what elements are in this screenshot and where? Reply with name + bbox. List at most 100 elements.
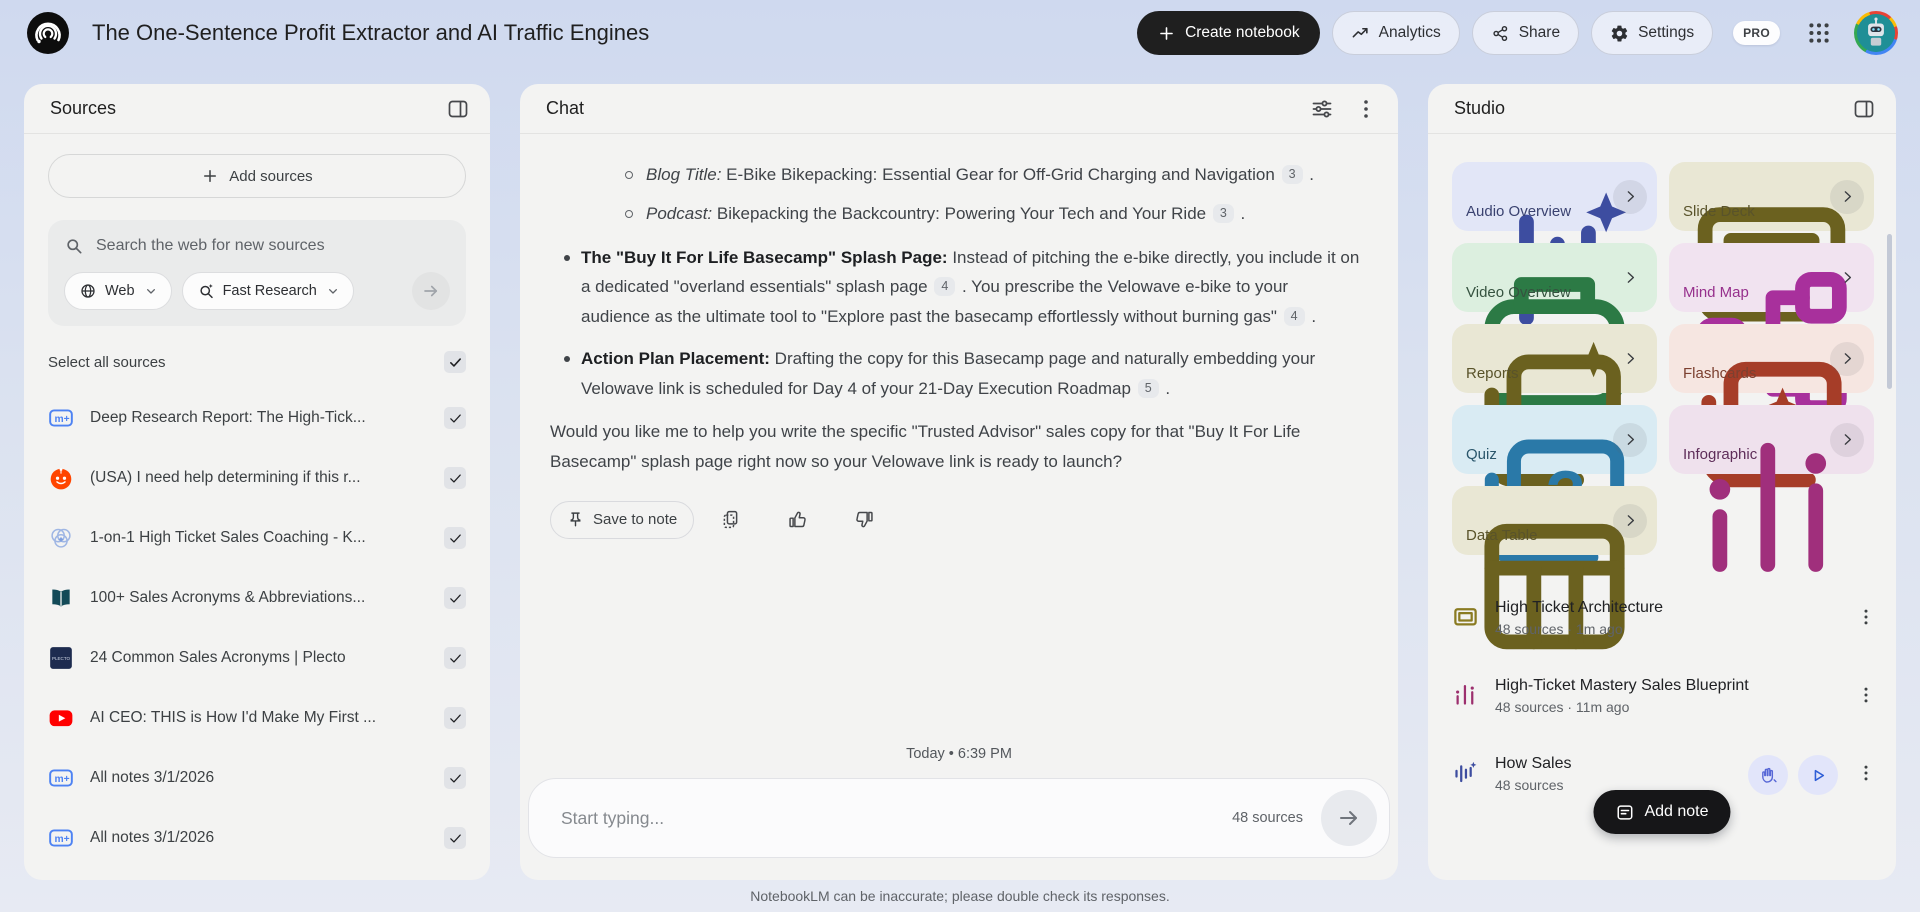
citation-chip[interactable]: 3 — [1212, 203, 1234, 223]
chat-sub-bullet: Blog Title: E-Bike Bikepacking: Essentia… — [536, 160, 1361, 190]
play-button[interactable] — [1798, 755, 1838, 795]
source-checkbox[interactable] — [444, 767, 466, 789]
source-checkbox[interactable] — [444, 827, 466, 849]
share-button[interactable]: Share — [1471, 11, 1580, 55]
chevron-right-icon[interactable] — [1830, 341, 1864, 376]
source-count-label: 48 sources — [1232, 810, 1303, 826]
chat-panel: Chat Blog Title: E-Bike Bikepacking: Ess… — [520, 84, 1398, 880]
thumbs-up-icon[interactable] — [787, 509, 808, 530]
citation-chip[interactable]: 4 — [1283, 307, 1305, 326]
source-row[interactable]: m+ All notes 3/1/2026 — [24, 808, 490, 868]
thumbs-down-icon[interactable] — [854, 509, 875, 530]
select-all-checkbox[interactable] — [444, 351, 466, 373]
audio-icon — [1452, 759, 1479, 786]
sources-list: m+ Deep Research Report: The High-Tick...… — [24, 388, 490, 868]
trending-up-icon — [1351, 24, 1370, 43]
chevron-right-icon[interactable] — [1830, 261, 1864, 295]
copy-icon[interactable] — [720, 509, 741, 530]
sources-panel: Sources Add sources Web Fast Research — [24, 84, 490, 880]
chevron-right-icon[interactable] — [1830, 179, 1864, 214]
studio-item[interactable]: How Sales 48 sources — [1452, 755, 1876, 795]
chevron-right-icon[interactable] — [1830, 422, 1864, 457]
studio-item[interactable]: High Ticket Architecture 48 sources · 1m … — [1452, 599, 1876, 637]
chat-sub-bullet: Podcast: Bikepacking the Backcountry: Po… — [536, 199, 1361, 229]
studio-tile-quiz[interactable]: ?Quiz — [1452, 405, 1657, 565]
studio-tile-infographic[interactable]: Infographic — [1669, 405, 1874, 572]
chat-scroll-area[interactable]: Blog Title: E-Bike Bikepacking: Essentia… — [520, 134, 1398, 736]
chevron-right-icon[interactable] — [1613, 179, 1647, 214]
chevron-right-icon[interactable] — [1613, 422, 1647, 457]
research-mode-dropdown[interactable]: Fast Research — [181, 272, 354, 310]
chevron-down-icon — [143, 283, 159, 299]
analytics-button[interactable]: Analytics — [1331, 11, 1460, 55]
kebab-menu-icon[interactable] — [1856, 607, 1876, 627]
chat-settings-icon[interactable] — [1310, 97, 1334, 121]
globe-icon — [79, 282, 97, 300]
search-input[interactable] — [96, 237, 450, 255]
notebooklm-logo-icon[interactable] — [26, 11, 70, 55]
source-row[interactable]: (USA) I need help determining if this r.… — [24, 448, 490, 508]
studio-tile-reports[interactable]: Reports — [1452, 324, 1657, 488]
svg-text:m+: m+ — [55, 414, 70, 425]
settings-button[interactable]: Settings — [1591, 11, 1714, 55]
web-search-box: Web Fast Research — [48, 220, 466, 326]
tile-label: Data Table — [1466, 527, 1538, 544]
citation-chip[interactable]: 3 — [1281, 165, 1303, 184]
chevron-right-icon[interactable] — [1613, 503, 1647, 538]
collapse-panel-icon[interactable] — [1852, 97, 1876, 121]
kebab-menu-icon[interactable] — [1856, 685, 1876, 705]
avatar-robot-image — [1857, 14, 1895, 52]
save-to-note-button[interactable]: Save to note — [550, 500, 695, 539]
source-checkbox[interactable] — [444, 647, 466, 669]
collapse-panel-icon[interactable] — [446, 97, 470, 121]
google-apps-grid-icon[interactable] — [1806, 20, 1832, 46]
studio-item-meta: 48 sources · 1m ago — [1495, 621, 1623, 637]
studio-tile-data-table[interactable]: Data Table — [1452, 486, 1657, 650]
studio-tile-flashcards[interactable]: Flashcards — [1669, 324, 1874, 488]
tile-label: Flashcards — [1683, 365, 1757, 382]
studio-tile-audio-overview[interactable]: Audio Overview — [1452, 162, 1657, 326]
source-row[interactable]: m+ All notes 3/1/2026 — [24, 748, 490, 808]
add-note-button[interactable]: Add note — [1593, 790, 1731, 834]
web-filter-dropdown[interactable]: Web — [64, 272, 172, 310]
studio-item[interactable]: High-Ticket Mastery Sales Blueprint 48 so… — [1452, 677, 1876, 715]
source-checkbox[interactable] — [444, 407, 466, 429]
source-checkbox[interactable] — [444, 587, 466, 609]
plus-icon — [201, 167, 219, 185]
source-title: 100+ Sales Acronyms & Abbreviations... — [90, 589, 366, 606]
chevron-right-icon[interactable] — [1613, 261, 1647, 295]
studio-title: Studio — [1454, 98, 1506, 118]
send-button[interactable] — [1321, 790, 1377, 846]
avatar[interactable] — [1854, 11, 1898, 55]
create-notebook-button[interactable]: Create notebook — [1137, 11, 1320, 55]
add-sources-button[interactable]: Add sources — [48, 154, 466, 198]
citation-chip[interactable]: 4 — [934, 277, 956, 297]
studio-tile-slide-deck[interactable]: Slide Deck — [1669, 162, 1874, 322]
interactive-button[interactable] — [1748, 755, 1788, 795]
source-row[interactable]: m+ Deep Research Report: The High-Tick... — [24, 388, 490, 448]
studio-tile-mind-map[interactable]: Mind Map — [1669, 243, 1874, 416]
kebab-menu-icon[interactable] — [1354, 97, 1378, 121]
source-row[interactable]: PLECTO 24 Common Sales Acronyms | Plecto — [24, 628, 490, 688]
source-title: AI CEO: THIS is How I'd Make My First ..… — [90, 709, 377, 726]
source-checkbox[interactable] — [444, 527, 466, 549]
notebook-title[interactable]: The One-Sentence Profit Extractor and AI… — [92, 20, 1125, 46]
chat-closing-paragraph: Would you like me to help you write the … — [550, 422, 1301, 471]
infographic-icon — [1452, 681, 1479, 708]
tile-label: Infographic — [1683, 446, 1758, 463]
source-checkbox[interactable] — [444, 707, 466, 729]
source-row[interactable]: 100+ Sales Acronyms & Abbreviations... — [24, 568, 490, 628]
note-blue-icon: m+ — [48, 825, 74, 851]
kebab-menu-icon[interactable] — [1856, 763, 1876, 783]
source-row[interactable]: 1-on-1 High Ticket Sales Coaching - K... — [24, 508, 490, 568]
search-submit-button[interactable] — [412, 272, 450, 310]
chevron-right-icon[interactable] — [1613, 342, 1647, 376]
chat-input[interactable] — [561, 807, 1233, 829]
citation-chip[interactable]: 5 — [1137, 378, 1159, 398]
studio-tile-video-overview[interactable]: Video Overview — [1452, 243, 1657, 410]
pin-icon — [567, 511, 584, 528]
source-checkbox[interactable] — [444, 467, 466, 489]
tile-label: Quiz — [1466, 446, 1497, 463]
studio-scrollbar[interactable] — [1887, 234, 1892, 389]
source-row[interactable]: AI CEO: THIS is How I'd Make My First ..… — [24, 688, 490, 748]
